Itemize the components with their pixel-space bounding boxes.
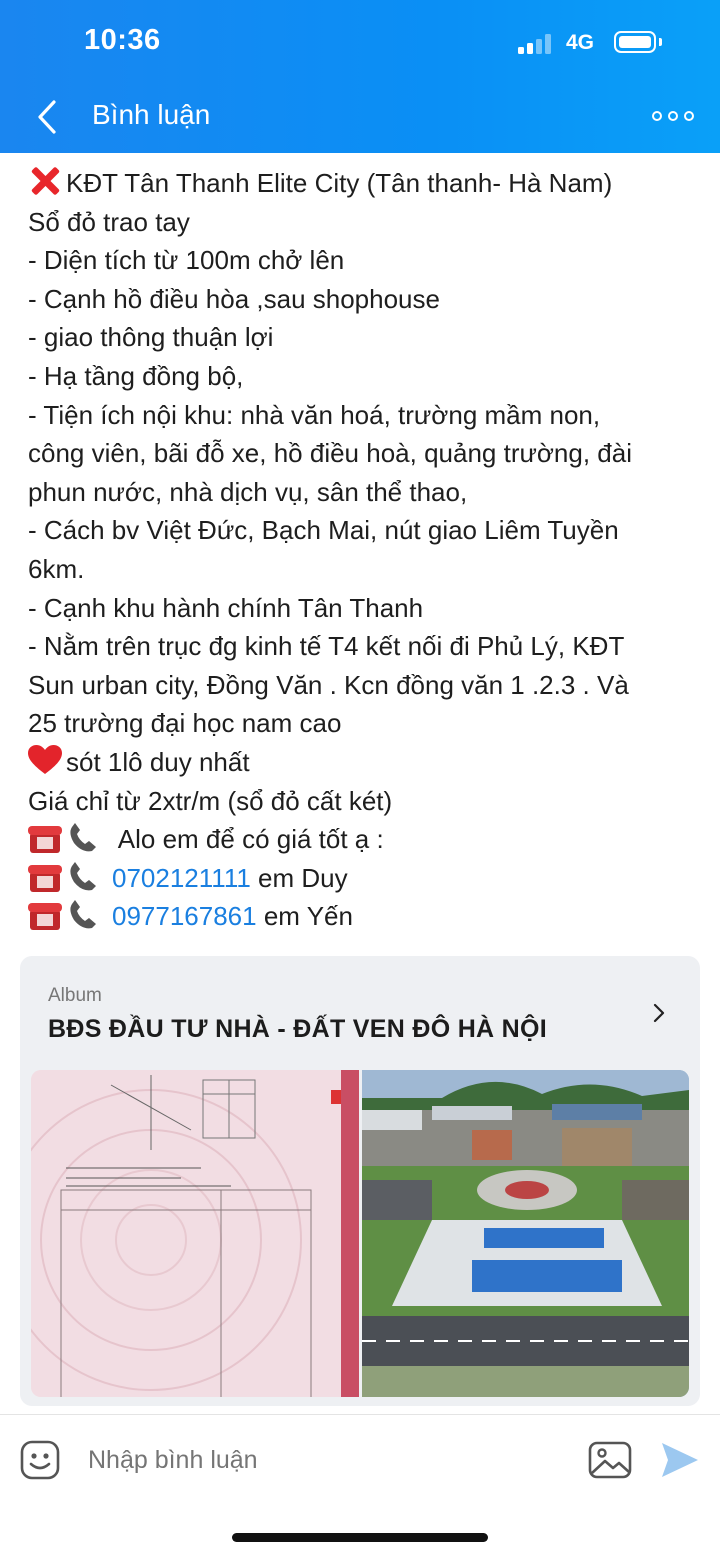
post-line-text: Giá chỉ từ 2xtr/m (sổ đỏ cất két) [28, 785, 393, 816]
land-certificate-image [31, 1070, 359, 1397]
telephone-emoji-icon [28, 823, 96, 854]
post-line-text: KĐT Tân Thanh Elite City (Tân thanh- Hà … [66, 168, 613, 198]
post-line: - Cách bv Việt Đức, Bạch Mai, nút giao L… [28, 511, 698, 550]
post-line-text: - Cạnh hồ điều hòa ,sau shophouse [28, 283, 440, 314]
post-line-text: - Cạnh khu hành chính Tân Thanh [28, 592, 424, 623]
cross-mark-emoji-icon [28, 164, 62, 198]
chevron-left-icon[interactable] [30, 98, 66, 136]
post-line: 25 trường đại học nam cao [28, 704, 698, 743]
post-line-text: - giao thông thuận lợi [28, 322, 274, 353]
comment-input[interactable] [88, 1446, 568, 1475]
post-line: - Tiện ích nội khu: nhà văn hoá, trường … [28, 396, 698, 435]
status-time: 10:36 [84, 24, 161, 56]
post-line: - Cạnh hồ điều hòa ,sau shophouse [28, 280, 698, 319]
album-title: BĐS ĐẦU TƯ NHÀ - ĐẤT VEN ĐÔ HÀ NỘI [48, 1015, 547, 1043]
post-line-text: - Nằm trên trục đg kinh tế T4 kết nối đi… [28, 631, 625, 662]
album-photo-certificate[interactable] [31, 1070, 359, 1397]
post-line: - Nằm trên trục đg kinh tế T4 kết nối đi… [28, 627, 698, 666]
post-line-text: 25 trường đại học nam cao [28, 708, 342, 739]
post-line: Alo em để có giá tốt ạ : [28, 820, 698, 859]
contact-name: em Yến [256, 901, 353, 932]
post-line-text: Sổ đỏ trao tay [28, 206, 190, 237]
home-indicator [232, 1533, 488, 1542]
page-title: Bình luận [92, 99, 211, 130]
post-line-text: Sun urban city, Đồng Văn . Kcn đồng văn … [28, 669, 629, 700]
post-body: KĐT Tân Thanh Elite City (Tân thanh- Hà … [28, 164, 698, 936]
post-line: 6km. [28, 550, 698, 589]
phone-link[interactable]: 0977167861 [112, 901, 257, 931]
network-type: 4G [566, 31, 595, 54]
post-line-text: công viên, bãi đỗ xe, hồ điều hoà, quảng… [28, 438, 632, 469]
post-line: - Diện tích từ 100m chở lên [28, 241, 698, 280]
contact-line: 0977167861 em Yến [28, 897, 698, 936]
aerial-view-image [362, 1070, 689, 1397]
more-options-icon[interactable] [652, 110, 694, 124]
post-line: Sổ đỏ trao tay [28, 203, 698, 242]
post-line: sót 1lô duy nhất [28, 743, 698, 782]
phone-link[interactable]: 0702121111 [112, 863, 251, 893]
post-line: phun nước, nhà dịch vụ, sân thể thao, [28, 473, 698, 512]
post-line-text: sót 1lô duy nhất [66, 746, 250, 777]
emoji-icon[interactable] [20, 1440, 60, 1480]
post-line: - giao thông thuận lợi [28, 318, 698, 357]
signal-icon [518, 34, 554, 54]
battery-icon [614, 31, 656, 53]
post-line: - Cạnh khu hành chính Tân Thanh [28, 589, 698, 628]
post-line: Giá chỉ từ 2xtr/m (sổ đỏ cất két) [28, 782, 698, 821]
telephone-emoji-icon [28, 900, 96, 931]
image-attach-icon[interactable] [588, 1440, 632, 1480]
post-line: KĐT Tân Thanh Elite City (Tân thanh- Hà … [28, 164, 698, 203]
post-line: - Hạ tầng đồng bộ, [28, 357, 698, 396]
post-line-text: - Tiện ích nội khu: nhà văn hoá, trường … [28, 399, 601, 430]
battery-tip [659, 38, 662, 46]
header-bar: 10:36 4G Bình luận [0, 0, 720, 153]
post-line-text: - Diện tích từ 100m chở lên [28, 245, 345, 276]
post-line-text: - Hạ tầng đồng bộ, [28, 360, 244, 391]
heart-emoji-icon [28, 744, 62, 774]
album-label: Album [48, 985, 102, 1006]
post-line-text: - Cách bv Việt Đức, Bạch Mai, nút giao L… [28, 515, 619, 546]
post-line: công viên, bãi đỗ xe, hồ điều hoà, quảng… [28, 434, 698, 473]
post-line-text: phun nước, nhà dịch vụ, sân thể thao, [28, 476, 468, 507]
post-line-text: Alo em để có giá tốt ạ : [112, 824, 384, 855]
post-line: Sun urban city, Đồng Văn . Kcn đồng văn … [28, 666, 698, 705]
post-line-text: 6km. [28, 553, 85, 584]
contact-line: 0702121111 em Duy [28, 859, 698, 898]
composer-divider [0, 1414, 720, 1415]
album-photo-aerial[interactable] [362, 1070, 689, 1397]
telephone-emoji-icon [28, 861, 96, 892]
chevron-right-icon[interactable] [648, 1002, 670, 1024]
send-icon[interactable] [660, 1441, 700, 1479]
album-card[interactable]: Album BĐS ĐẦU TƯ NHÀ - ĐẤT VEN ĐÔ HÀ NỘI [20, 956, 700, 1406]
contact-name: em Duy [250, 862, 348, 893]
